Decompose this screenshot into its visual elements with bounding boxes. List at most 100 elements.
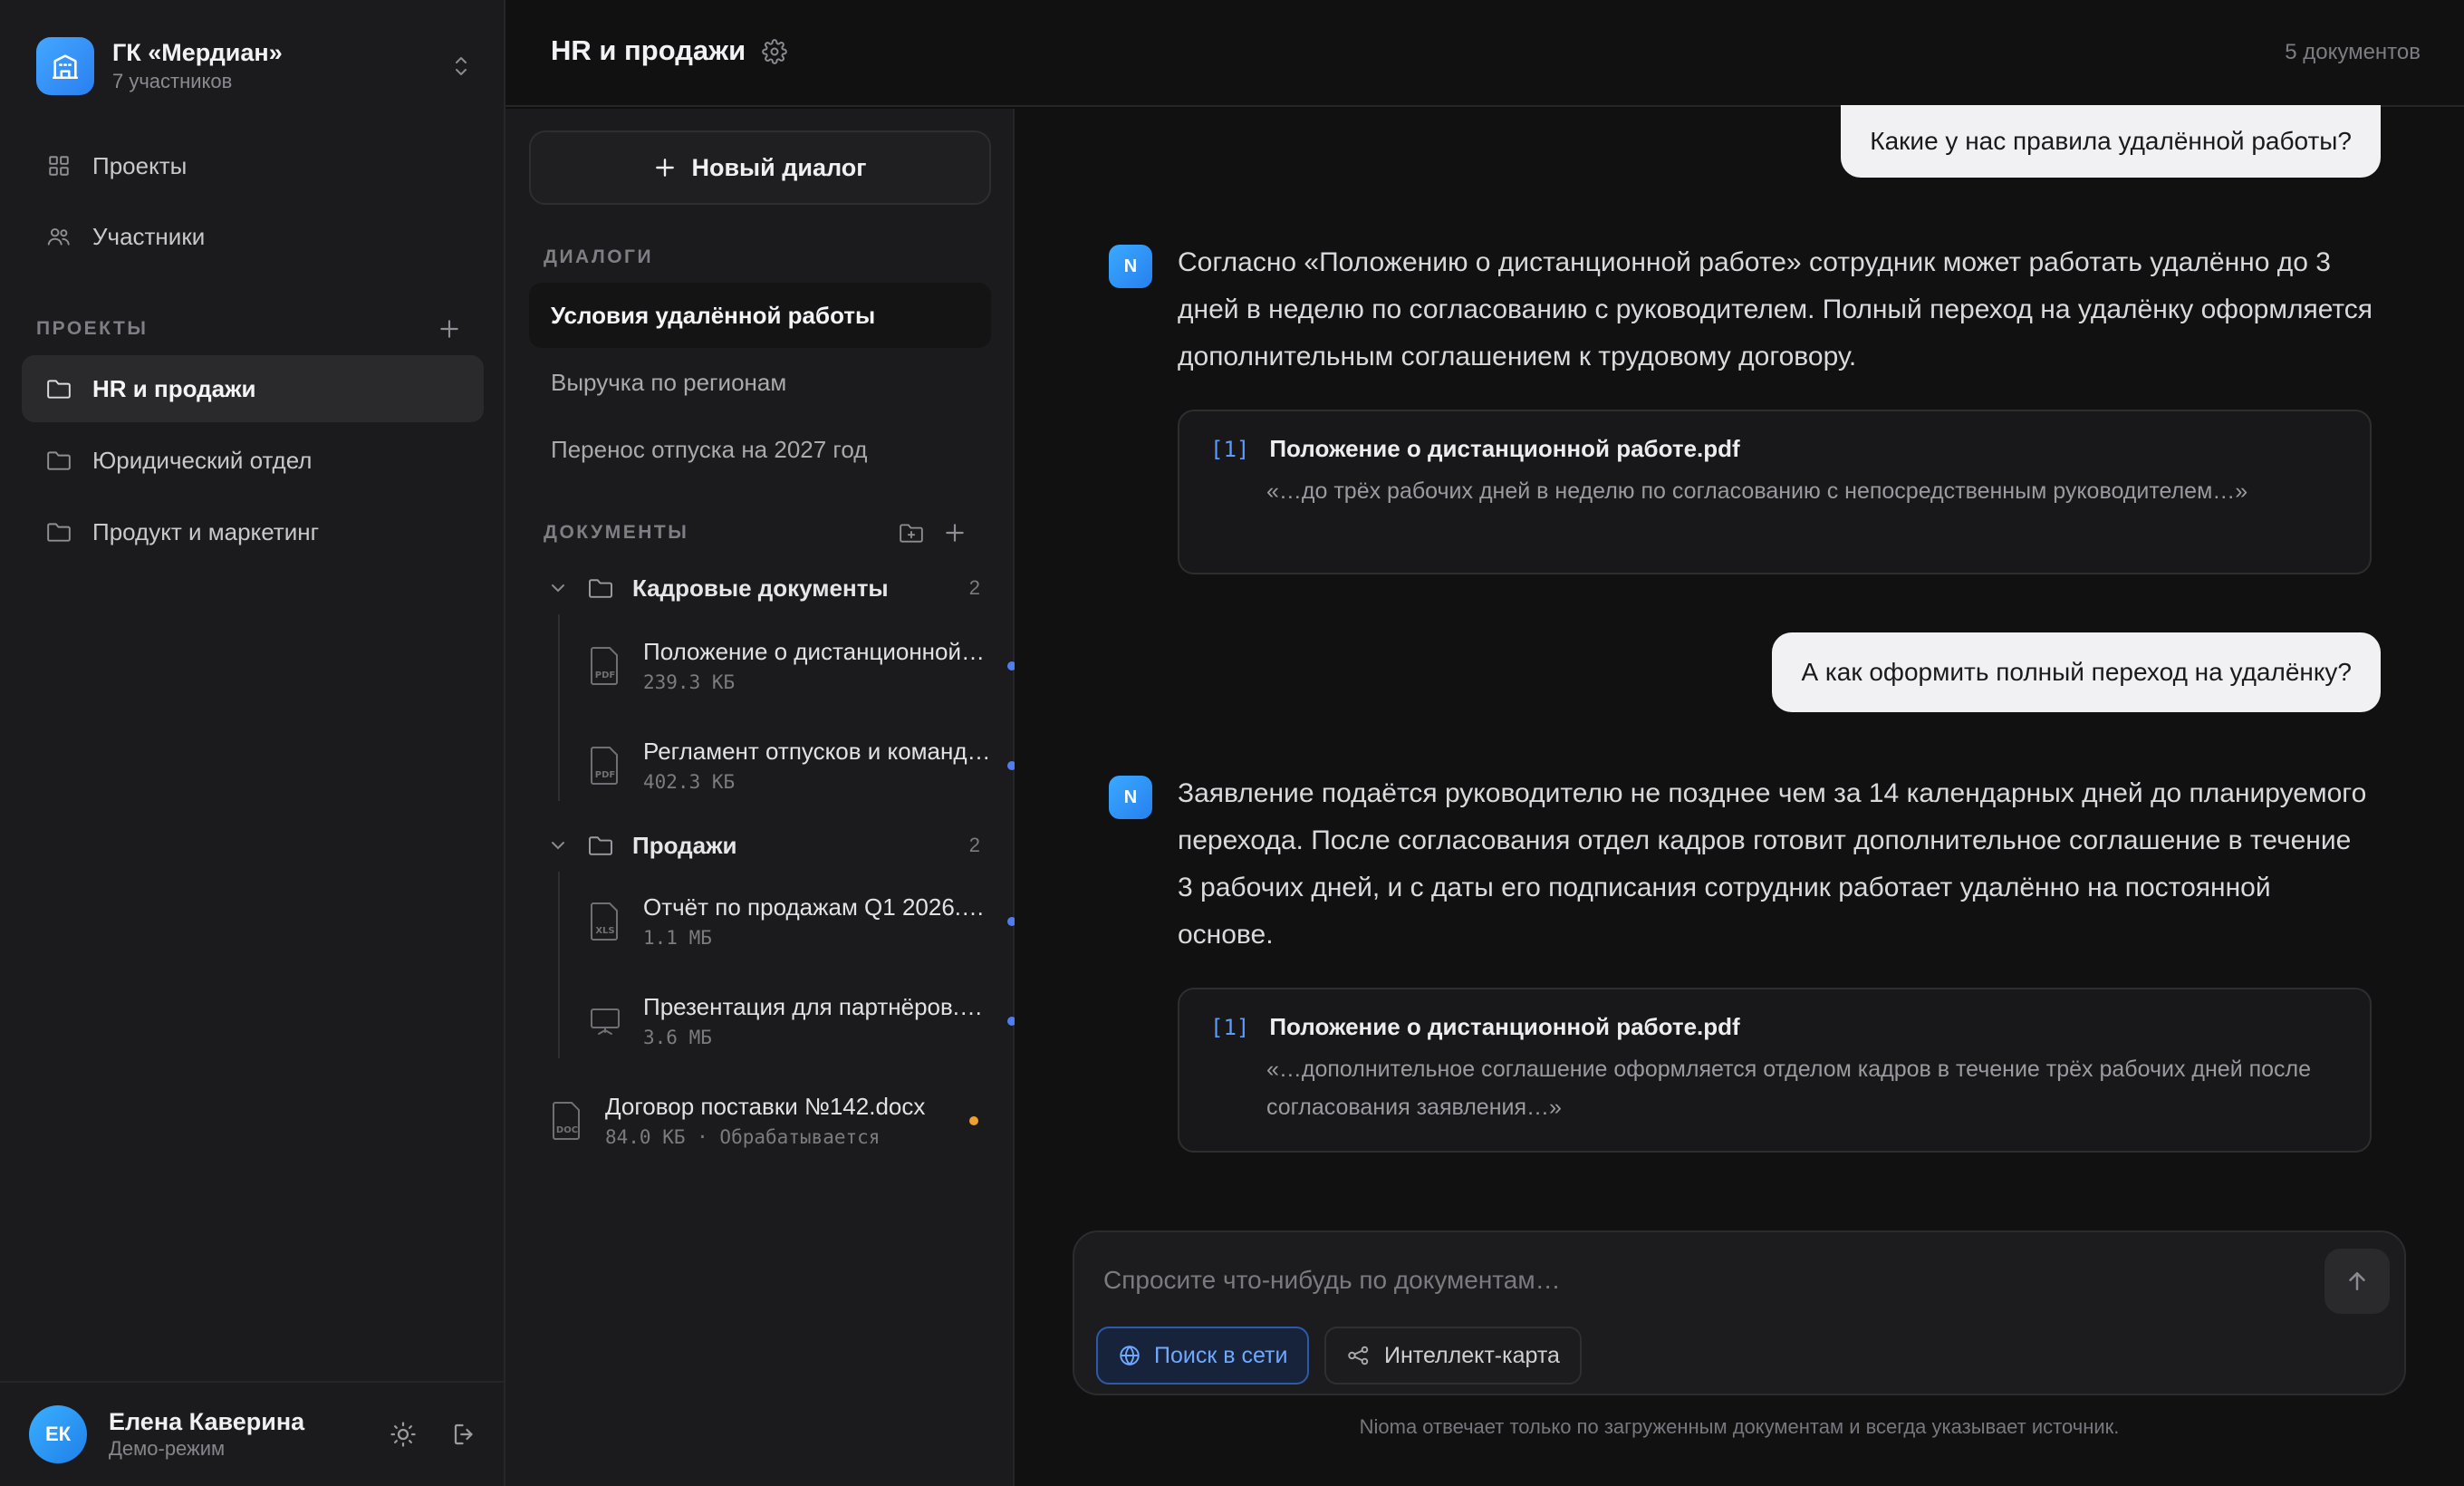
gear-icon bbox=[762, 39, 787, 64]
file-item-processing[interactable]: DOC Договор поставки №142.docx 84.0 КБ ·… bbox=[549, 1080, 1022, 1162]
folder-sales[interactable]: Продажи 2 bbox=[547, 823, 991, 868]
theme-toggle-button[interactable] bbox=[380, 1412, 426, 1457]
mind-map-icon bbox=[1346, 1344, 1372, 1367]
dialog-item[interactable]: Выручка по регионам bbox=[529, 350, 991, 415]
file-type-badge: XLS bbox=[595, 926, 614, 936]
sidebar: ГК «Мердиан» 7 участников Проекты Участн… bbox=[0, 0, 505, 1486]
add-folder-button[interactable] bbox=[895, 516, 928, 549]
avatar[interactable]: ЕК bbox=[29, 1405, 87, 1463]
dialog-item[interactable]: Условия удалённой работы bbox=[529, 283, 991, 348]
logout-button[interactable] bbox=[442, 1412, 487, 1457]
folder-count: 2 bbox=[968, 576, 980, 599]
plus-icon bbox=[653, 156, 677, 179]
project-item-legal[interactable]: Юридический отдел bbox=[22, 427, 484, 494]
folder-name: Продажи bbox=[632, 831, 737, 859]
dialogs-documents-panel: Новый диалог ДИАЛОГИ Условия удалённой р… bbox=[505, 109, 1016, 1486]
file-size-status: 84.0 КБ · Обрабатывается bbox=[605, 1126, 881, 1148]
sun-icon bbox=[390, 1422, 416, 1447]
message-composer: Поиск в сети Интеллект-карта bbox=[1073, 1230, 2406, 1395]
file-name: Регламент отпусков и командировок.pdf bbox=[643, 738, 991, 765]
folder-icon bbox=[587, 577, 616, 599]
nav-members-label: Участники bbox=[92, 222, 206, 250]
citation-number: [1] bbox=[1210, 436, 1250, 462]
file-name: Положение о дистанционной работе.pdf bbox=[643, 638, 991, 665]
disclaimer-text: Nioma отвечает только по загруженным док… bbox=[1359, 1415, 2120, 1438]
folder-plus-icon bbox=[900, 524, 923, 543]
folder-name: Кадровые документы bbox=[632, 574, 889, 602]
user-message: А как оформить полный переход на удалёнк… bbox=[1772, 632, 2381, 712]
plus-icon bbox=[946, 524, 964, 542]
org-switcher[interactable]: ГК «Мердиан» 7 участников bbox=[36, 36, 475, 96]
project-header: HR и продажи 5 документов bbox=[505, 0, 2464, 107]
nav-projects-label: Проекты bbox=[92, 151, 188, 179]
project-item-product-marketing[interactable]: Продукт и маркетинг bbox=[22, 498, 484, 565]
send-button[interactable] bbox=[2324, 1249, 2390, 1314]
source-citation-card[interactable]: [1] Положение о дистанционной работе.pdf… bbox=[1178, 988, 2372, 1153]
file-item[interactable]: Презентация для партнёров.pptx 3.6 МБ bbox=[587, 980, 1022, 1062]
folder-hr-docs[interactable]: Кадровые документы 2 bbox=[547, 565, 991, 611]
file-size: 402.3 КБ bbox=[643, 771, 736, 793]
project-item-hr-sales[interactable]: HR и продажи bbox=[22, 355, 484, 422]
nav-projects[interactable]: Проекты bbox=[22, 132, 484, 199]
user-mode: Демо-режим bbox=[109, 1437, 226, 1460]
logout-icon bbox=[454, 1423, 473, 1445]
add-project-button[interactable] bbox=[433, 313, 466, 345]
file-type-badge: PDF bbox=[595, 770, 615, 780]
citation-title: Положение о дистанционной работе.pdf bbox=[1269, 435, 1740, 462]
arrow-up-icon bbox=[2349, 1272, 2365, 1290]
project-item-label: Юридический отдел bbox=[92, 446, 313, 474]
dialog-item[interactable]: Перенос отпуска на 2027 год bbox=[529, 417, 991, 482]
user-panel: ЕК Елена Каверина Демо-режим bbox=[0, 1381, 504, 1486]
citation-title: Положение о дистанционной работе.pdf bbox=[1269, 1013, 1740, 1040]
user-message: Какие у нас правила удалённой работы? bbox=[1841, 105, 2381, 178]
assistant-message: Согласно «Положению о дистанционной рабо… bbox=[1178, 247, 2373, 372]
file-item[interactable]: PDF Положение о дистанционной работе.pdf… bbox=[587, 625, 1022, 707]
assistant-avatar: N bbox=[1109, 245, 1152, 288]
file-name: Отчёт по продажам Q1 2026.xlsx bbox=[643, 893, 991, 921]
grid-icon bbox=[45, 152, 72, 179]
mind-map-toggle[interactable]: Интеллект-карта bbox=[1324, 1327, 1582, 1385]
chevron-down-icon bbox=[547, 840, 569, 851]
building-icon bbox=[36, 37, 94, 95]
file-size: 239.3 КБ bbox=[643, 671, 736, 693]
file-type-badge: PDF bbox=[595, 671, 615, 680]
folder-count: 2 bbox=[968, 834, 980, 856]
org-members: 7 участников bbox=[112, 70, 233, 92]
nav-members[interactable]: Участники bbox=[22, 203, 484, 270]
add-document-button[interactable] bbox=[938, 516, 971, 549]
project-settings-button[interactable] bbox=[759, 36, 790, 67]
file-item[interactable]: XLS Отчёт по продажам Q1 2026.xlsx 1.1 М… bbox=[587, 881, 1022, 962]
web-search-toggle[interactable]: Поиск в сети bbox=[1096, 1327, 1310, 1385]
assistant-avatar: N bbox=[1109, 776, 1152, 819]
folder-icon bbox=[45, 518, 72, 545]
spreadsheet-file-icon: XLS bbox=[587, 899, 623, 944]
assistant-message: Заявление подаётся руководителю не поздн… bbox=[1178, 778, 2367, 950]
folder-icon bbox=[45, 447, 72, 474]
chevron-updown-icon[interactable] bbox=[448, 48, 475, 84]
new-dialog-button[interactable]: Новый диалог bbox=[529, 130, 991, 205]
message-input[interactable] bbox=[1103, 1258, 2281, 1303]
status-dot-processing bbox=[969, 1116, 978, 1125]
org-name: ГК «Мердиан» bbox=[112, 39, 283, 66]
chevron-down-icon bbox=[547, 583, 569, 593]
file-item[interactable]: PDF Регламент отпусков и командировок.pd… bbox=[587, 725, 1022, 806]
file-type-badge: DOC bbox=[556, 1125, 578, 1135]
document-count: 5 документов bbox=[2285, 40, 2421, 64]
presentation-file-icon bbox=[587, 999, 623, 1044]
mind-map-label: Интеллект-карта bbox=[1384, 1342, 1560, 1368]
tree-guide bbox=[558, 614, 560, 801]
tree-guide bbox=[558, 872, 560, 1058]
project-item-label: Продукт и маркетинг bbox=[92, 517, 320, 545]
pdf-file-icon: PDF bbox=[587, 643, 623, 689]
dialogs-section-label: ДИАЛОГИ bbox=[544, 246, 654, 267]
user-name: Елена Каверина bbox=[109, 1408, 305, 1435]
source-citation-card[interactable]: [1] Положение о дистанционной работе.pdf… bbox=[1178, 410, 2372, 574]
folder-icon bbox=[45, 375, 72, 402]
documents-section-label: ДОКУМЕНТЫ bbox=[544, 522, 689, 543]
folder-icon bbox=[587, 835, 616, 856]
citation-quote: «…дополнительное соглашение оформляется … bbox=[1266, 1057, 2312, 1120]
file-size: 3.6 МБ bbox=[643, 1027, 712, 1048]
new-dialog-label: Новый диалог bbox=[691, 153, 867, 181]
pdf-file-icon: PDF bbox=[587, 743, 623, 788]
doc-file-icon: DOC bbox=[549, 1098, 585, 1143]
